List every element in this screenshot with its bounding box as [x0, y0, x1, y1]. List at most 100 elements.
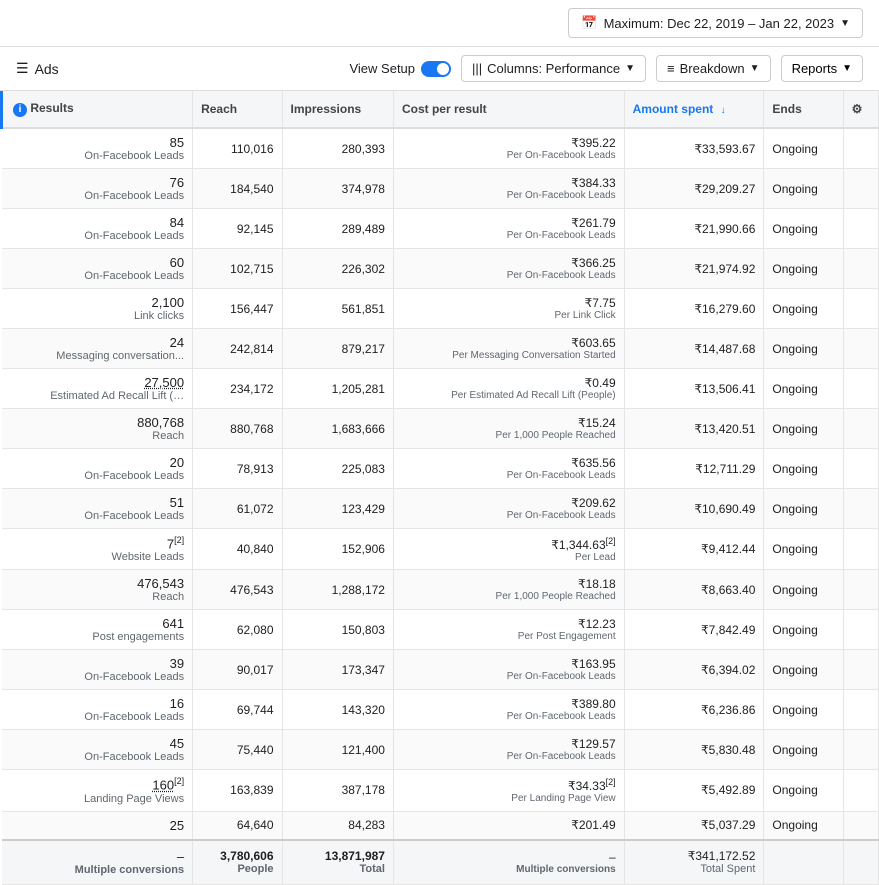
table-row: 39 On-Facebook Leads 90,017 173,347 ₹163…	[2, 650, 879, 690]
reach-cell: 62,080	[193, 610, 282, 650]
cost-cell: ₹0.49 Per Estimated Ad Recall Lift (Peop…	[393, 369, 624, 409]
reach-cell: 234,172	[193, 369, 282, 409]
table-row: 85 On-Facebook Leads 110,016 280,393 ₹39…	[2, 128, 879, 169]
row-settings	[843, 169, 878, 209]
calendar-icon: 📅	[581, 15, 597, 31]
reach-cell: 163,839	[193, 770, 282, 811]
breakdown-button[interactable]: ≡ Breakdown ▼	[656, 55, 771, 82]
amount-cell: ₹5,037.29	[624, 811, 764, 840]
col-settings[interactable]: ⚙	[843, 91, 878, 128]
col-results[interactable]: i Results	[2, 91, 193, 128]
cost-cell: ₹7.75 Per Link Click	[393, 289, 624, 329]
results-cell: 880,768 Reach	[2, 409, 193, 449]
reach-cell: 880,768	[193, 409, 282, 449]
amount-cell: ₹12,711.29	[624, 449, 764, 489]
cost-cell: ₹129.57 Per On-Facebook Leads	[393, 730, 624, 770]
reach-cell: 102,715	[193, 249, 282, 289]
row-settings	[843, 770, 878, 811]
table-container: i Results Reach Impressions Cost per res…	[0, 91, 879, 885]
table-header-row: i Results Reach Impressions Cost per res…	[2, 91, 879, 128]
ends-cell: Ongoing	[764, 369, 843, 409]
ends-cell: Ongoing	[764, 209, 843, 249]
reach-cell: 476,543	[193, 570, 282, 610]
amount-cell: ₹6,394.02	[624, 650, 764, 690]
results-cell: 76 On-Facebook Leads	[2, 169, 193, 209]
ends-cell: Ongoing	[764, 169, 843, 209]
row-settings	[843, 128, 878, 169]
amount-cell: ₹21,990.66	[624, 209, 764, 249]
col-impressions[interactable]: Impressions	[282, 91, 393, 128]
ends-cell: Ongoing	[764, 690, 843, 730]
table-row: 476,543 Reach 476,543 1,288,172 ₹18.18 P…	[2, 570, 879, 610]
table-row: 84 On-Facebook Leads 92,145 289,489 ₹261…	[2, 209, 879, 249]
col-ends[interactable]: Ends	[764, 91, 843, 128]
chevron-down-icon: ▼	[840, 18, 850, 29]
toolbar: ☰ Ads View Setup ||| Columns: Performanc…	[0, 47, 879, 91]
impressions-cell: 387,178	[282, 770, 393, 811]
ads-icon: ☰	[16, 60, 29, 77]
col-amount-spent[interactable]: Amount spent ↓	[624, 91, 764, 128]
view-setup: View Setup	[349, 61, 451, 77]
toolbar-right: View Setup ||| Columns: Performance ▼ ≡ …	[349, 55, 863, 82]
cost-cell: ₹635.56 Per On-Facebook Leads	[393, 449, 624, 489]
amount-cell: ₹7,842.49	[624, 610, 764, 650]
row-settings	[843, 650, 878, 690]
impressions-cell: 226,302	[282, 249, 393, 289]
ends-cell: Ongoing	[764, 529, 843, 570]
cost-cell: ₹1,344.63[2] Per Lead	[393, 529, 624, 570]
reach-cell: 110,016	[193, 128, 282, 169]
results-cell: 20 On-Facebook Leads	[2, 449, 193, 489]
reach-cell: 90,017	[193, 650, 282, 690]
row-settings	[843, 249, 878, 289]
view-setup-toggle[interactable]	[421, 61, 451, 77]
footer-settings	[843, 840, 878, 885]
row-settings	[843, 730, 878, 770]
reach-cell: 156,447	[193, 289, 282, 329]
amount-cell: ₹9,412.44	[624, 529, 764, 570]
row-settings	[843, 449, 878, 489]
results-cell: 476,543 Reach	[2, 570, 193, 610]
col-cost-per-result[interactable]: Cost per result	[393, 91, 624, 128]
cost-cell: ₹163.95 Per On-Facebook Leads	[393, 650, 624, 690]
amount-cell: ₹8,663.40	[624, 570, 764, 610]
ends-cell: Ongoing	[764, 770, 843, 811]
date-range-button[interactable]: 📅 Maximum: Dec 22, 2019 – Jan 22, 2023 ▼	[568, 8, 863, 38]
footer-ends	[764, 840, 843, 885]
amount-cell: ₹33,593.67	[624, 128, 764, 169]
reports-button[interactable]: Reports ▼	[781, 55, 863, 82]
ends-cell: Ongoing	[764, 570, 843, 610]
breakdown-label: Breakdown	[680, 61, 745, 76]
impressions-cell: 225,083	[282, 449, 393, 489]
cost-cell: ₹395.22 Per On-Facebook Leads	[393, 128, 624, 169]
reach-cell: 78,913	[193, 449, 282, 489]
table-row: 641 Post engagements 62,080 150,803 ₹12.…	[2, 610, 879, 650]
reports-label: Reports	[792, 61, 838, 76]
table-row: 76 On-Facebook Leads 184,540 374,978 ₹38…	[2, 169, 879, 209]
columns-label: Columns: Performance	[487, 61, 620, 76]
impressions-cell: 121,400	[282, 730, 393, 770]
cost-cell: ₹384.33 Per On-Facebook Leads	[393, 169, 624, 209]
cost-cell: ₹261.79 Per On-Facebook Leads	[393, 209, 624, 249]
columns-icon: |||	[472, 61, 482, 76]
reports-chevron-icon: ▼	[842, 63, 852, 74]
amount-cell: ₹13,506.41	[624, 369, 764, 409]
impressions-cell: 374,978	[282, 169, 393, 209]
date-range-text: Maximum: Dec 22, 2019 – Jan 22, 2023	[604, 16, 835, 31]
amount-cell: ₹14,487.68	[624, 329, 764, 369]
amount-cell: ₹21,974.92	[624, 249, 764, 289]
table-row: 7[2] Website Leads 40,840 152,906 ₹1,344…	[2, 529, 879, 570]
ends-cell: Ongoing	[764, 128, 843, 169]
columns-button[interactable]: ||| Columns: Performance ▼	[461, 55, 646, 82]
footer-impressions: 13,871,987 Total	[282, 840, 393, 885]
table-row: 60 On-Facebook Leads 102,715 226,302 ₹36…	[2, 249, 879, 289]
table-row: 16 On-Facebook Leads 69,744 143,320 ₹389…	[2, 690, 879, 730]
impressions-cell: 280,393	[282, 128, 393, 169]
row-settings	[843, 409, 878, 449]
reach-cell: 75,440	[193, 730, 282, 770]
row-settings	[843, 529, 878, 570]
results-info-icon[interactable]: i	[13, 103, 27, 117]
ends-cell: Ongoing	[764, 449, 843, 489]
sort-arrow-icon: ↓	[721, 105, 726, 116]
reach-cell: 184,540	[193, 169, 282, 209]
col-reach[interactable]: Reach	[193, 91, 282, 128]
